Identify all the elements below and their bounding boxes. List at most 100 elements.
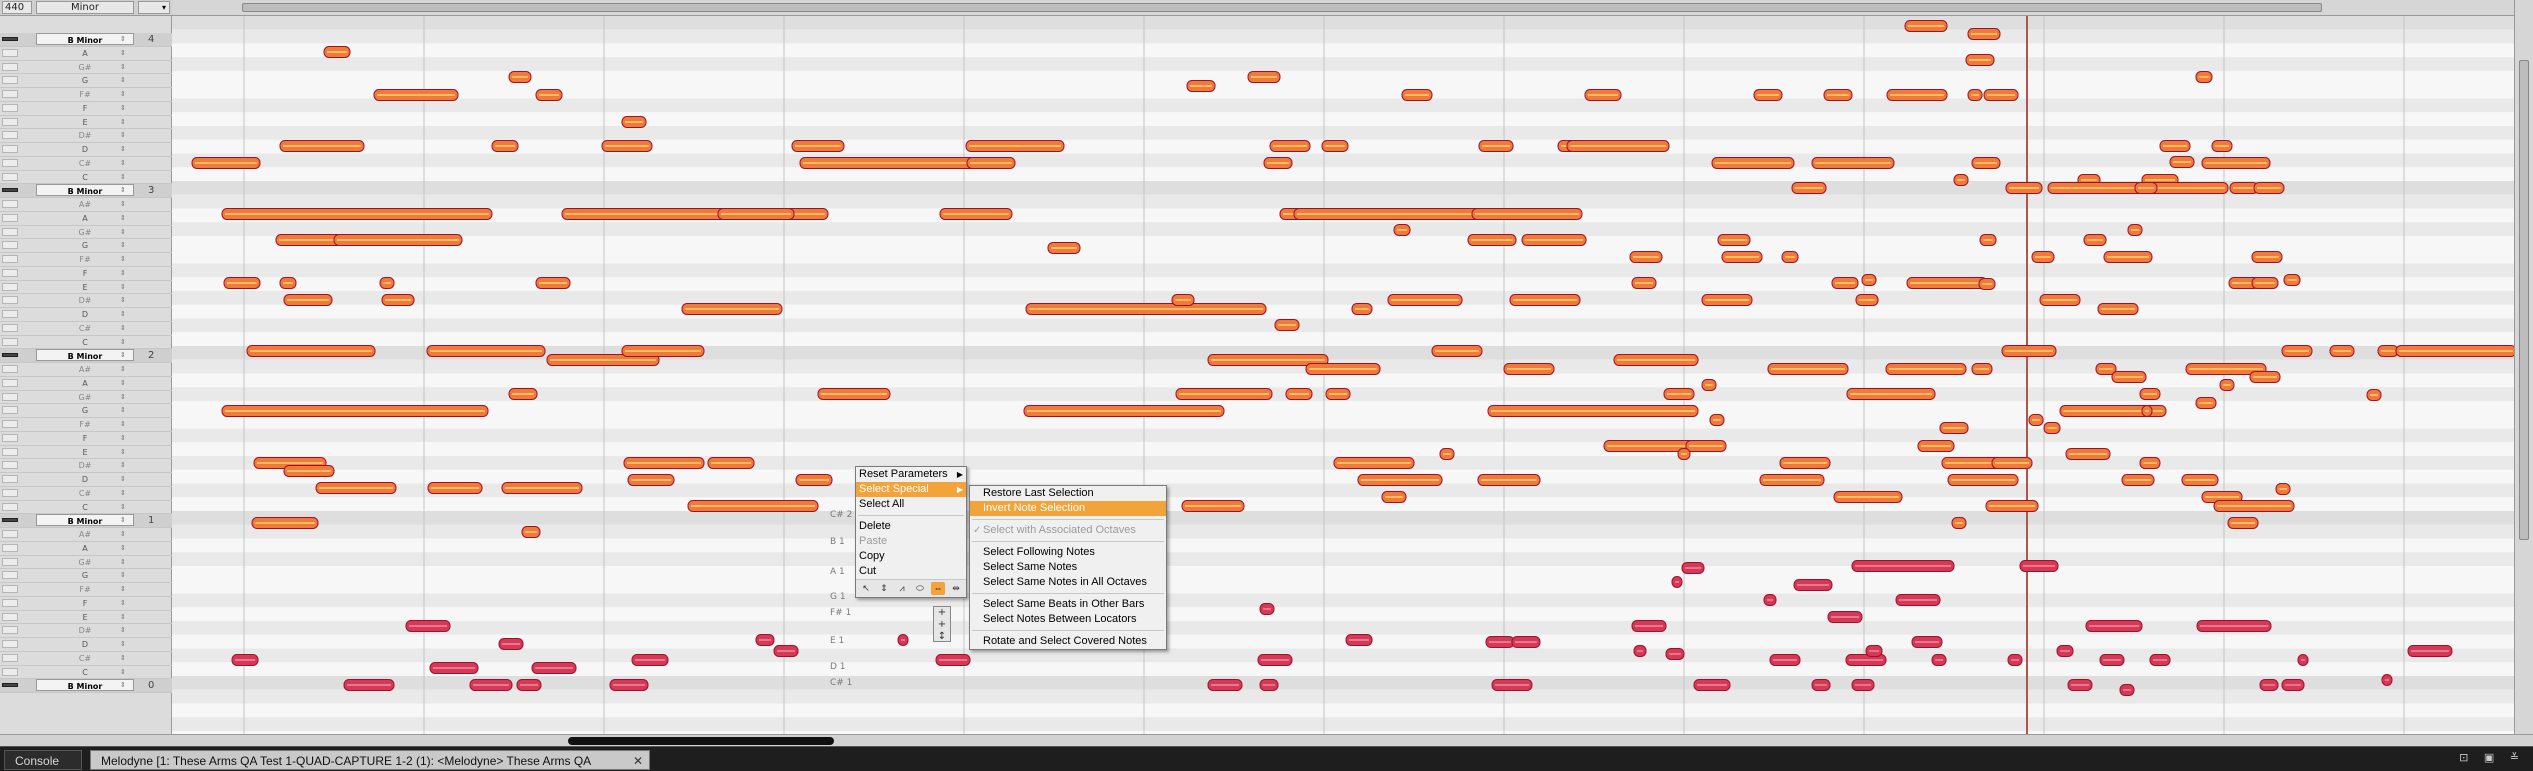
piano-key[interactable]: [2, 626, 18, 635]
piano-key[interactable]: [2, 90, 18, 98]
note-blob[interactable]: [2259, 679, 2279, 691]
piano-key[interactable]: [2, 571, 18, 580]
note-blob-selected[interactable]: [965, 140, 1065, 152]
piano-key[interactable]: [2, 158, 18, 167]
ruler-octave-row[interactable]: 2B Minor ⇕: [0, 349, 172, 363]
menu-item-select-all[interactable]: Select All: [856, 497, 966, 512]
note-blob-selected[interactable]: [2031, 251, 2055, 263]
note-blob[interactable]: [1931, 654, 1947, 666]
piano-key[interactable]: [2, 323, 18, 332]
note-blob-selected[interactable]: [1274, 319, 1300, 331]
ruler-pitch-row[interactable]: G ⇕: [0, 239, 172, 253]
note-blob-selected[interactable]: [795, 474, 833, 486]
note-blob-selected[interactable]: [2219, 379, 2235, 391]
note-blob-selected[interactable]: [1753, 89, 1783, 101]
note-blob-selected[interactable]: [2141, 405, 2153, 417]
note-blob-selected[interactable]: [2281, 345, 2313, 357]
submenu-item-invert-note-selection[interactable]: Invert Note Selection: [970, 501, 1166, 516]
note-blob-selected[interactable]: [2251, 251, 2283, 263]
pitch-spinner-icon[interactable]: ⇕: [120, 240, 126, 251]
close-icon[interactable]: ✕: [633, 751, 643, 771]
vertical-scrollbar-thumb[interactable]: [2519, 60, 2529, 540]
note-blob-selected[interactable]: [817, 388, 891, 400]
note-blob-selected[interactable]: [323, 46, 351, 58]
horizontal-scrollbar[interactable]: [0, 734, 2533, 746]
piano-key[interactable]: [2, 227, 18, 236]
piano-key[interactable]: [2, 188, 18, 193]
note-blob-selected[interactable]: [1285, 388, 1313, 400]
note-blob-selected[interactable]: [707, 457, 755, 469]
pitch-spinner-icon[interactable]: ⇕: [120, 433, 126, 444]
note-blob-selected[interactable]: [2028, 414, 2044, 426]
note-blob[interactable]: [1851, 679, 1875, 691]
note-blob-selected[interactable]: [2121, 474, 2155, 486]
note-blob-selected[interactable]: [279, 277, 297, 289]
note-blob-selected[interactable]: [535, 277, 571, 289]
pitch-spinner-icon[interactable]: ⇕: [120, 62, 126, 73]
piano-key[interactable]: [2, 420, 18, 428]
note-blob-selected[interactable]: [1631, 277, 1657, 289]
note-blob[interactable]: [531, 662, 577, 674]
piano-key[interactable]: [2, 667, 18, 676]
note-blob[interactable]: [1259, 603, 1275, 615]
note-blob-selected[interactable]: [1781, 251, 1799, 263]
note-blob[interactable]: [516, 679, 542, 691]
piano-key[interactable]: [2, 62, 18, 71]
ruler-pitch-row[interactable]: D ⇕: [0, 473, 172, 487]
ruler-pitch-row[interactable]: C ⇕: [0, 171, 172, 185]
piano-key[interactable]: [2, 296, 18, 305]
note-blob-selected[interactable]: [1381, 491, 1407, 503]
note-blob[interactable]: [2196, 620, 2272, 632]
piano-key[interactable]: [2, 103, 18, 112]
ruler-pitch-row[interactable]: E ⇕: [0, 116, 172, 130]
note-blob-selected[interactable]: [279, 140, 365, 152]
ruler-octave-row[interactable]: 3B Minor ⇕: [0, 184, 172, 198]
pitch-spinner-icon[interactable]: ⇕: [120, 103, 126, 114]
note-blob-selected[interactable]: [1855, 294, 1879, 306]
pitch-spinner-icon[interactable]: ⇕: [120, 570, 126, 581]
pitch-spinner-icon[interactable]: ⇕: [120, 89, 126, 100]
note-blob[interactable]: [2056, 645, 2074, 657]
pitch-spinner-icon[interactable]: ⇕: [120, 254, 126, 265]
note-blob-selected[interactable]: [1983, 89, 2019, 101]
pitch-spinner-icon[interactable]: ⇕: [120, 199, 126, 210]
ruler-pitch-row[interactable]: E ⇕: [0, 446, 172, 460]
arrow-icon[interactable]: ↕: [934, 631, 950, 643]
pitch-spinner-icon[interactable]: ⇕: [120, 392, 126, 403]
ruler-pitch-row[interactable]: D ⇕: [0, 143, 172, 157]
note-blob[interactable]: [1769, 654, 1801, 666]
note-blob[interactable]: [631, 654, 669, 666]
note-blob-selected[interactable]: [1971, 363, 1993, 375]
ruler-pitch-row[interactable]: D# ⇕: [0, 624, 172, 638]
note-blob-selected[interactable]: [623, 457, 705, 469]
note-blob-selected[interactable]: [1351, 303, 1373, 315]
note-blob[interactable]: [429, 662, 479, 674]
pitch-spinner-icon[interactable]: ⇕: [120, 557, 126, 568]
pitch-spinner-icon[interactable]: ⇕: [120, 584, 126, 595]
piano-key[interactable]: [2, 353, 18, 358]
pitch-spinner-icon[interactable]: ⇕: [120, 268, 126, 279]
note-blob-selected[interactable]: [2377, 345, 2399, 357]
note-blob-selected[interactable]: [2329, 345, 2355, 357]
note-blob-selected[interactable]: [2005, 182, 2043, 194]
pitch-spinner-icon[interactable]: ⇕: [120, 364, 126, 375]
note-blob-selected[interactable]: [246, 345, 376, 357]
note-blob-selected[interactable]: [1811, 157, 1895, 169]
note-blob-selected[interactable]: [1186, 80, 1216, 92]
pitch-spinner-icon[interactable]: ⇕: [120, 625, 126, 636]
ruler-octave-row[interactable]: 1B Minor ⇕: [0, 514, 172, 528]
note-blob-selected[interactable]: [1431, 345, 1483, 357]
note-blob[interactable]: [1793, 579, 1833, 591]
horizontal-scrollbar-thumb[interactable]: [568, 737, 834, 745]
pitch-spinner-icon[interactable]: ⇕: [120, 543, 126, 554]
ruler-pitch-row[interactable]: D ⇕: [0, 308, 172, 322]
pitch-spinner-icon[interactable]: ⇕: [120, 447, 126, 458]
ruler-pitch-row[interactable]: C# ⇕: [0, 322, 172, 336]
submenu-item-select-notes-between-locators[interactable]: Select Notes Between Locators: [970, 612, 1166, 627]
pitch-spinner-icon[interactable]: ⇕: [120, 172, 126, 183]
reference-pitch-field[interactable]: 440: [2, 1, 32, 14]
note-blob[interactable]: [1207, 679, 1243, 691]
menu-item-select-special[interactable]: Select Special ▶: [856, 482, 966, 497]
piano-key[interactable]: [2, 241, 18, 250]
menu-item-copy[interactable]: Copy: [856, 549, 966, 564]
